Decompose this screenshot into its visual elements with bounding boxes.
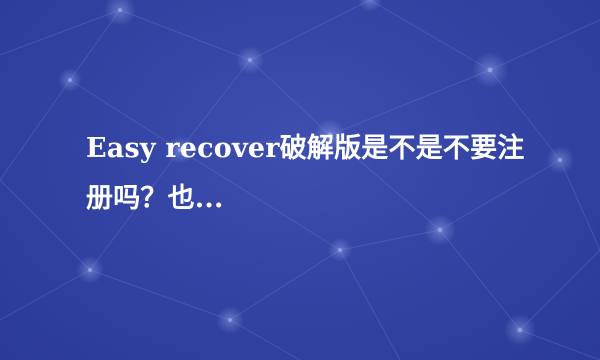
article-banner: Easy recover破解版是不是不要注册吗？也... — [0, 0, 600, 360]
article-title: Easy recover破解版是不是不要注册吗？也... — [86, 133, 525, 214]
